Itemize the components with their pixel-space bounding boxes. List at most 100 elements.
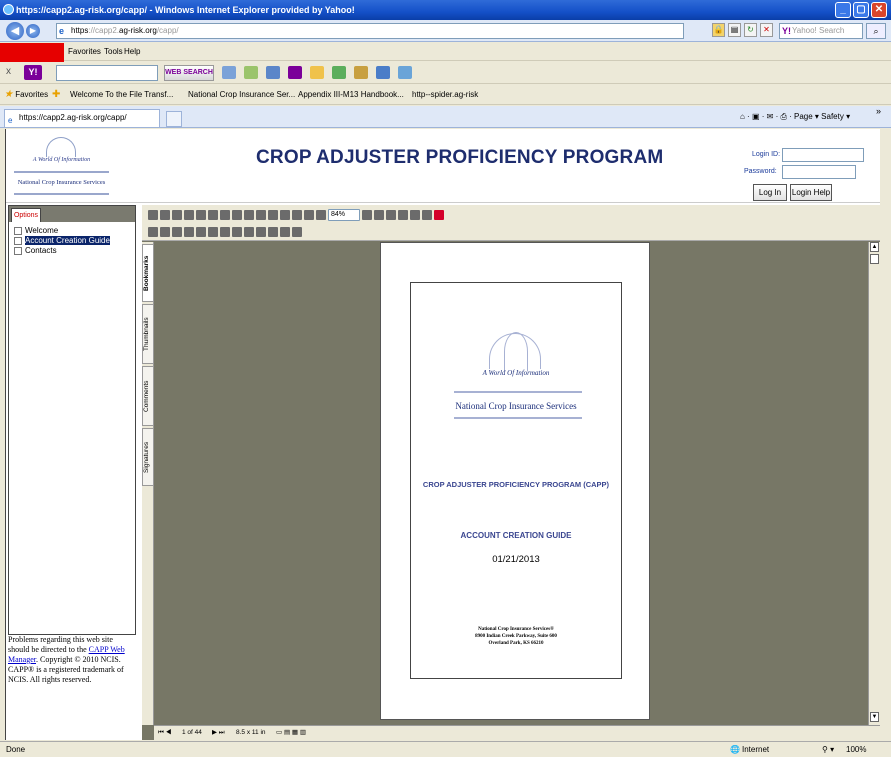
copy-icon[interactable]	[172, 210, 182, 220]
fit-icon[interactable]	[232, 210, 242, 220]
prev-page-icon[interactable]	[256, 210, 266, 220]
login-id-input[interactable]	[782, 148, 864, 162]
feeds-icon[interactable]: ▣ ·	[752, 112, 764, 121]
find-icon[interactable]	[196, 210, 206, 220]
close-toolbar-icon[interactable]: x	[6, 66, 11, 77]
tab-signatures[interactable]: Signatures	[142, 428, 154, 486]
new-tab-button[interactable]	[166, 111, 182, 127]
snapshot-icon[interactable]	[184, 227, 194, 237]
maximize-button[interactable]: ▢	[853, 2, 869, 18]
tree-item-account-guide[interactable]: Account Creation Guide	[13, 236, 110, 246]
lock-icon[interactable]: 🔒	[712, 23, 725, 37]
menu-help[interactable]: Help	[124, 43, 140, 61]
toolbar-icon[interactable]	[398, 66, 412, 79]
mail-icon[interactable]: ✉ ·	[767, 112, 779, 121]
tree-item-welcome[interactable]: Welcome	[13, 226, 110, 236]
adobe-icon[interactable]	[434, 210, 444, 220]
back-icon[interactable]: ◀	[6, 22, 24, 40]
last-page-icon[interactable]	[280, 210, 290, 220]
yahoo-search-input[interactable]: Y! Yahoo! Search	[779, 23, 863, 39]
password-input[interactable]	[782, 165, 856, 179]
rotate-icon[interactable]	[422, 210, 432, 220]
tab-capp[interactable]: e https://capp2.ag-risk.org/capp/	[4, 109, 160, 127]
forward-icon[interactable]: ▶	[26, 24, 40, 38]
yahoo-logo[interactable]: Y!	[24, 65, 42, 80]
yahoo-toolbar-search-input[interactable]	[56, 65, 158, 81]
page-view-icon[interactable]	[398, 210, 408, 220]
page-indicator[interactable]: 1 of 44	[182, 726, 202, 740]
login-help-button[interactable]: Login Help	[790, 184, 832, 201]
favorites-button[interactable]: ★ Favorites	[4, 85, 48, 105]
search-icon[interactable]: ⌕	[866, 23, 886, 39]
zoom-tool-icon[interactable]	[160, 227, 170, 237]
tree-item-contacts[interactable]: Contacts	[13, 246, 110, 256]
toolbar-icon[interactable]	[266, 66, 280, 79]
login-button[interactable]: Log In	[753, 184, 787, 201]
page-view-icon[interactable]	[374, 210, 384, 220]
first-page-button[interactable]: ⏮ ◀	[158, 726, 171, 740]
close-button[interactable]: ✕	[871, 2, 887, 18]
url-input[interactable]: e https://capp2.ag-risk.org/capp/	[56, 23, 684, 39]
toolbar-icon[interactable]	[354, 66, 368, 79]
web-search-button[interactable]: WEB SEARCH	[164, 65, 214, 81]
scroll-up-icon[interactable]: ▲	[870, 242, 879, 252]
tab-bookmarks[interactable]: Bookmarks	[142, 244, 154, 302]
forward-view-icon[interactable]	[304, 210, 314, 220]
refresh-icon[interactable]: ↻	[744, 23, 757, 37]
zoom-input[interactable]: 84%	[328, 209, 360, 221]
zoom-icon[interactable]: ⚲ ▾	[822, 742, 834, 757]
text-tool-icon[interactable]	[172, 227, 182, 237]
page-menu[interactable]: Page	[794, 112, 813, 121]
form-icon[interactable]	[256, 227, 266, 237]
save-icon[interactable]	[148, 210, 158, 220]
hand-icon[interactable]	[208, 210, 218, 220]
safety-menu[interactable]: Safety	[821, 112, 844, 121]
first-page-icon[interactable]	[244, 210, 254, 220]
toolbar-icon[interactable]	[310, 66, 324, 79]
scroll-down-icon[interactable]: ▼	[870, 712, 879, 722]
form-icon[interactable]	[268, 227, 278, 237]
line-icon[interactable]	[220, 227, 230, 237]
add-favorite-icon[interactable]: ✚	[52, 85, 60, 105]
stamp-icon[interactable]	[232, 227, 242, 237]
pdf-scrollbar[interactable]: ▲ ▼	[868, 242, 880, 725]
toolbar-icon[interactable]	[332, 66, 346, 79]
compat-icon[interactable]: ▤	[728, 23, 741, 37]
minimize-button[interactable]: _	[835, 2, 851, 18]
undo-icon[interactable]	[184, 210, 194, 220]
layout-icons[interactable]: ▭ ▤ ▦ ▥	[276, 726, 306, 740]
print-icon[interactable]	[160, 210, 170, 220]
page-scrollbar[interactable]	[880, 129, 891, 740]
tab-comments[interactable]: Comments	[142, 366, 154, 426]
fav-item-appendix[interactable]: Appendix III-M13 Handbook...	[298, 85, 404, 105]
zoom-level[interactable]: 100%	[846, 742, 866, 757]
zoom-out-icon[interactable]	[316, 210, 326, 220]
options-tab[interactable]: Options	[11, 208, 41, 222]
page-view-icon[interactable]	[410, 210, 420, 220]
scroll-thumb[interactable]	[870, 254, 879, 264]
next-page-icon[interactable]	[268, 210, 278, 220]
print-icon[interactable]: ⎙ ·	[780, 112, 791, 121]
chevron-right-icon[interactable]: »	[876, 106, 881, 116]
pencil-icon[interactable]	[208, 227, 218, 237]
home-icon[interactable]: ⌂ ·	[740, 112, 750, 121]
back-view-icon[interactable]	[292, 210, 302, 220]
zoom-in-icon[interactable]	[362, 210, 372, 220]
hand-tool-icon[interactable]	[148, 227, 158, 237]
stop-icon[interactable]: ✕	[760, 23, 773, 37]
note-icon[interactable]	[196, 227, 206, 237]
toolbar-icon[interactable]	[244, 66, 258, 79]
tab-thumbnails[interactable]: Thumbnails	[142, 304, 154, 364]
fav-item-file-transfer[interactable]: Welcome To the File Transf...	[70, 85, 173, 105]
select-icon[interactable]	[220, 210, 230, 220]
page-view-icon[interactable]	[386, 210, 396, 220]
toolbar-icon[interactable]	[288, 66, 302, 79]
fav-item-ncis[interactable]: National Crop Insurance Ser...	[188, 85, 295, 105]
menu-favorites[interactable]: Favorites	[68, 43, 101, 61]
menu-tools[interactable]: Tools	[104, 43, 123, 61]
sign-icon[interactable]	[244, 227, 254, 237]
next-page-button[interactable]: ▶ ⏭	[212, 726, 225, 740]
toolbar-icon[interactable]	[222, 66, 236, 79]
fav-item-spider[interactable]: http--spider.ag-risk	[412, 85, 478, 105]
form-icon[interactable]	[280, 227, 290, 237]
